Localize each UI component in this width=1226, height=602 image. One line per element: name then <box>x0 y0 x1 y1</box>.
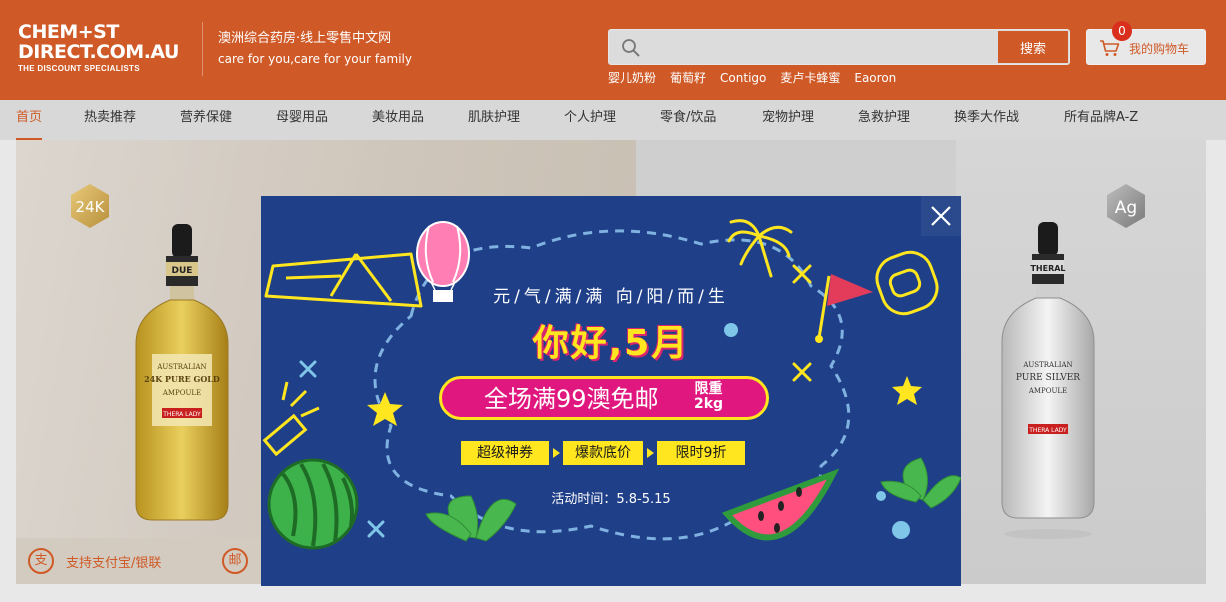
nav-item-snacks[interactable]: 零食/饮品 <box>660 100 716 140</box>
weight-limit-line1: 限重 <box>694 381 723 397</box>
flashlight-icon <box>262 381 320 457</box>
gold-cap-text: DUE <box>172 266 193 276</box>
promo-tag-discount[interactable]: 限时9折 <box>657 441 745 465</box>
gold-label-line1: AUSTRALIAN <box>156 363 206 371</box>
nav-item-skincare[interactable]: 肌肤护理 <box>468 100 520 140</box>
site-header: CHEM+ST DIRECT.COM.AU THE DISCOUNT SPECI… <box>0 0 1226 100</box>
nav-item-baby[interactable]: 母婴用品 <box>276 100 328 140</box>
slogan-cn: 澳洲综合药房·线上零售中文网 <box>218 31 392 46</box>
popup-title: 你好,5月 <box>532 323 690 364</box>
silver-label-line3: AMPOULE <box>1028 387 1067 395</box>
search-input[interactable] <box>649 30 999 64</box>
silver-label-brand: THERA LADY <box>1028 427 1067 434</box>
tag-arrow-icon <box>647 448 654 458</box>
silver-label-line2: PURE SILVER <box>1016 373 1080 383</box>
tag-arrow-icon <box>553 448 560 458</box>
alipay-feature-label: 支持支付宝/银联 <box>66 556 162 571</box>
search-icon <box>622 39 640 57</box>
promo-popup[interactable]: 元/气/满/满 向/阳/而/生 你好,5月 全场满99澳免邮 限重 2kg 超级… <box>261 196 961 586</box>
free-shipping-pill: 全场满99澳免邮 限重 2kg <box>439 376 769 420</box>
logo-tagline: THE DISCOUNT SPECIALISTS <box>18 64 140 73</box>
promo-date: 活动时间：5.8-5.15 <box>551 492 671 507</box>
search-button[interactable]: 搜索 <box>998 31 1068 63</box>
nav-item-personal-care[interactable]: 个人护理 <box>564 100 616 140</box>
cart-count-badge: 0 <box>1112 21 1132 41</box>
weight-limit-text: 限重 2kg <box>694 382 723 412</box>
promo-tag-lowest-price[interactable]: 爆款底价 <box>563 441 643 465</box>
nav-item-nutrition[interactable]: 营养保健 <box>180 100 232 140</box>
free-shipping-text: 全场满99澳免邮 <box>484 385 659 413</box>
hot-keyword[interactable]: 婴儿奶粉 <box>608 70 656 86</box>
nav-item-hot[interactable]: 热卖推荐 <box>84 100 136 140</box>
silver-hex-badge: Ag <box>1107 184 1145 228</box>
nav-item-pet[interactable]: 宠物护理 <box>762 100 814 140</box>
logo-divider <box>202 22 203 76</box>
slogan-en: care for you,care for your family <box>218 52 412 66</box>
close-icon <box>931 206 951 226</box>
popup-subtitle: 元/气/满/满 向/阳/而/生 <box>493 287 729 307</box>
gold-badge-text: 24K <box>76 198 106 216</box>
logo-line-2: DIRECT.COM.AU <box>18 41 179 63</box>
mail-icon: 邮 <box>222 548 248 574</box>
hot-keywords: 婴儿奶粉 葡萄籽 Contigo 麦卢卡蜂蜜 Eaoron <box>608 70 896 86</box>
nav-item-season[interactable]: 换季大作战 <box>954 100 1019 140</box>
palm-tree-icon <box>727 219 793 278</box>
popup-close-button[interactable] <box>921 196 961 236</box>
hot-keyword[interactable]: 葡萄籽 <box>670 70 706 86</box>
site-logo[interactable]: CHEM+ST DIRECT.COM.AU THE DISCOUNT SPECI… <box>18 22 198 73</box>
gold-label-brand: THERA LADY <box>162 411 201 418</box>
cart-button[interactable]: 我的购物车 <box>1086 29 1206 65</box>
logo-line-1: CHEM+ST <box>18 21 119 43</box>
nav-item-first-aid[interactable]: 急救护理 <box>858 100 910 140</box>
alipay-icon: 支 <box>28 548 54 574</box>
gold-label-line3: AMPOULE <box>162 389 201 397</box>
promo-tag-coupon[interactable]: 超级神券 <box>461 441 549 465</box>
site-slogan: 澳洲综合药房·线上零售中文网 care for you,care for you… <box>218 30 412 70</box>
silver-label-line1: AUSTRALIAN <box>1022 361 1072 369</box>
main-nav: 首页 热卖推荐 营养保健 母婴用品 美妆用品 肌肤护理 个人护理 零食/饮品 宠… <box>0 100 1226 140</box>
silver-cap-text: THERAL <box>1030 264 1065 273</box>
gold-label-line2: 24K PURE GOLD <box>144 374 220 384</box>
hot-keyword[interactable]: Contigo <box>720 70 766 86</box>
hot-keyword[interactable]: 麦卢卡蜂蜜 <box>780 70 840 86</box>
gold-ampoule-bottle-image: DUE AUSTRALIAN 24K PURE GOLD AMPOULE THE… <box>135 224 229 521</box>
nav-item-home[interactable]: 首页 <box>16 100 43 140</box>
cart-label: 我的购物车 <box>1129 42 1190 56</box>
search-box: 搜索 <box>608 29 1070 65</box>
cart-icon <box>1100 40 1120 56</box>
hot-keyword[interactable]: Eaoron <box>854 70 896 86</box>
silver-ampoule-bottle-image: THERAL AUSTRALIAN PURE SILVER AMPOULE TH… <box>1001 222 1095 539</box>
weight-limit-line2: 2kg <box>694 396 724 412</box>
gold-hex-badge: 24K <box>71 184 109 228</box>
nav-item-beauty[interactable]: 美妆用品 <box>372 100 424 140</box>
silver-badge-text: Ag <box>1115 198 1137 218</box>
nav-item-brands[interactable]: 所有品牌A-Z <box>1064 100 1138 140</box>
